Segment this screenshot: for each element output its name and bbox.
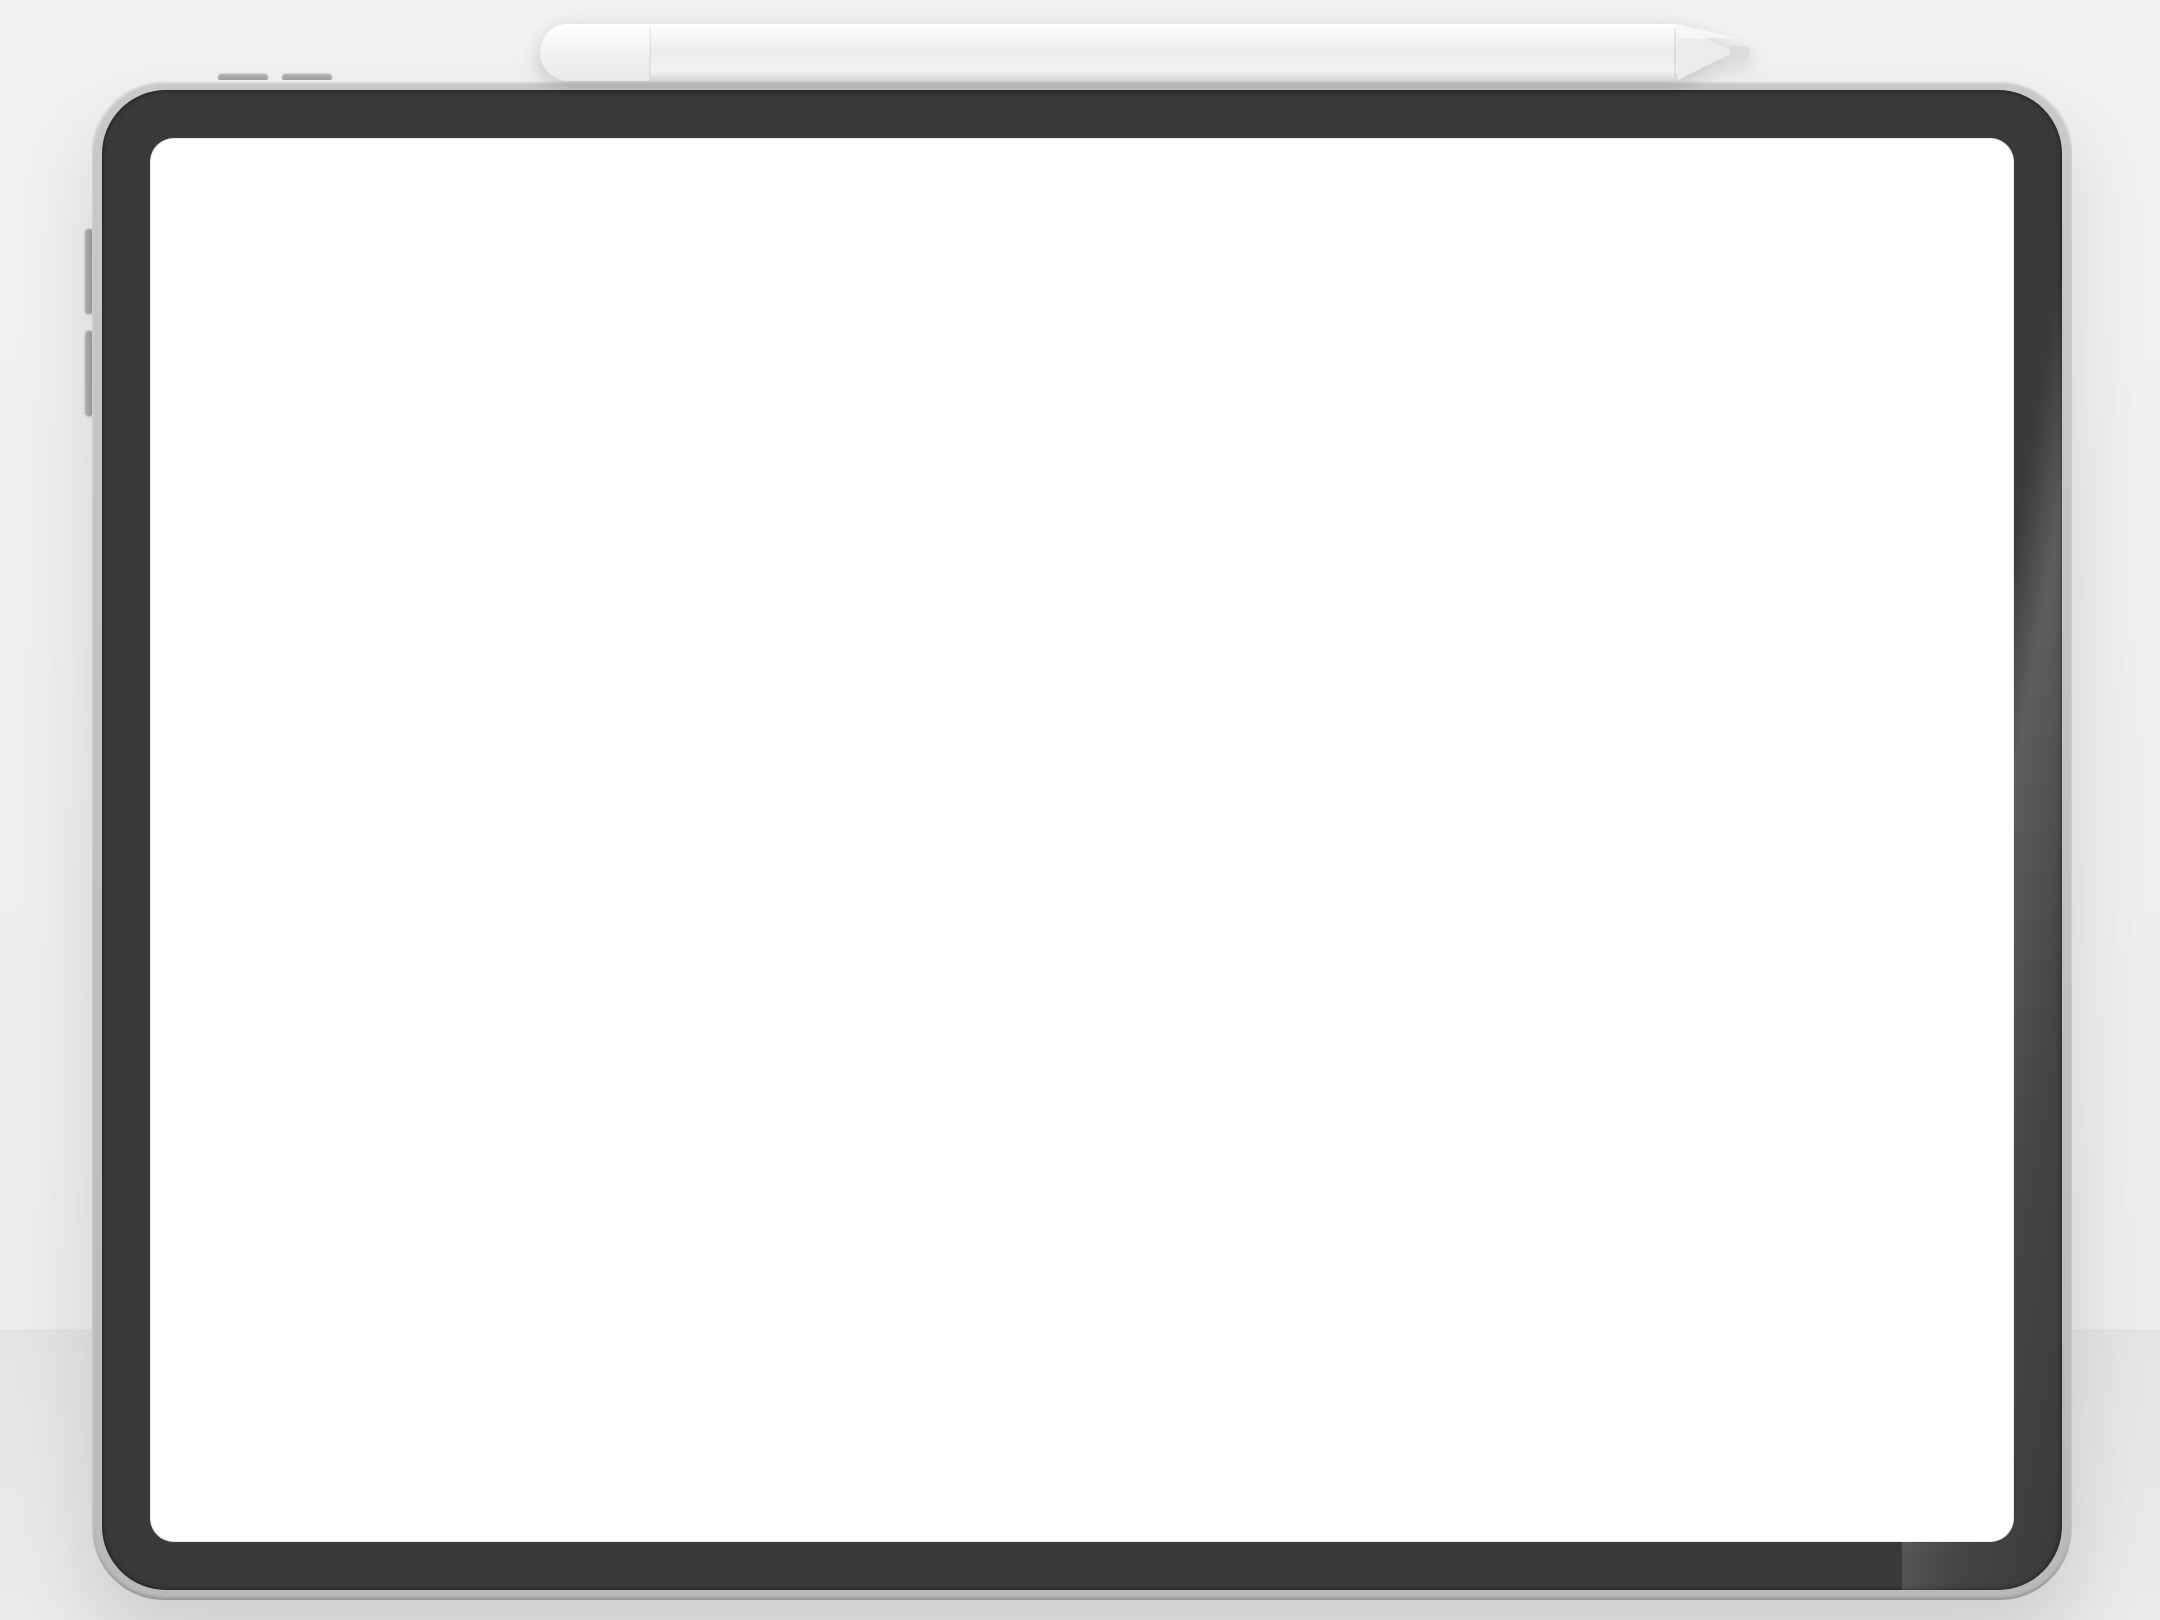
- stylus-pencil[interactable]: [540, 24, 1750, 81]
- pencil-tip: [1730, 46, 1750, 59]
- tablet-screen[interactable]: [150, 138, 2014, 1542]
- pencil-seam: [1674, 28, 1676, 77]
- tablet-device: [92, 80, 2072, 1600]
- pencil-seam: [649, 28, 651, 77]
- pencil-body: [540, 24, 1680, 81]
- pencil-cone-highlight: [1678, 24, 1734, 38]
- pencil-cap: [540, 24, 650, 81]
